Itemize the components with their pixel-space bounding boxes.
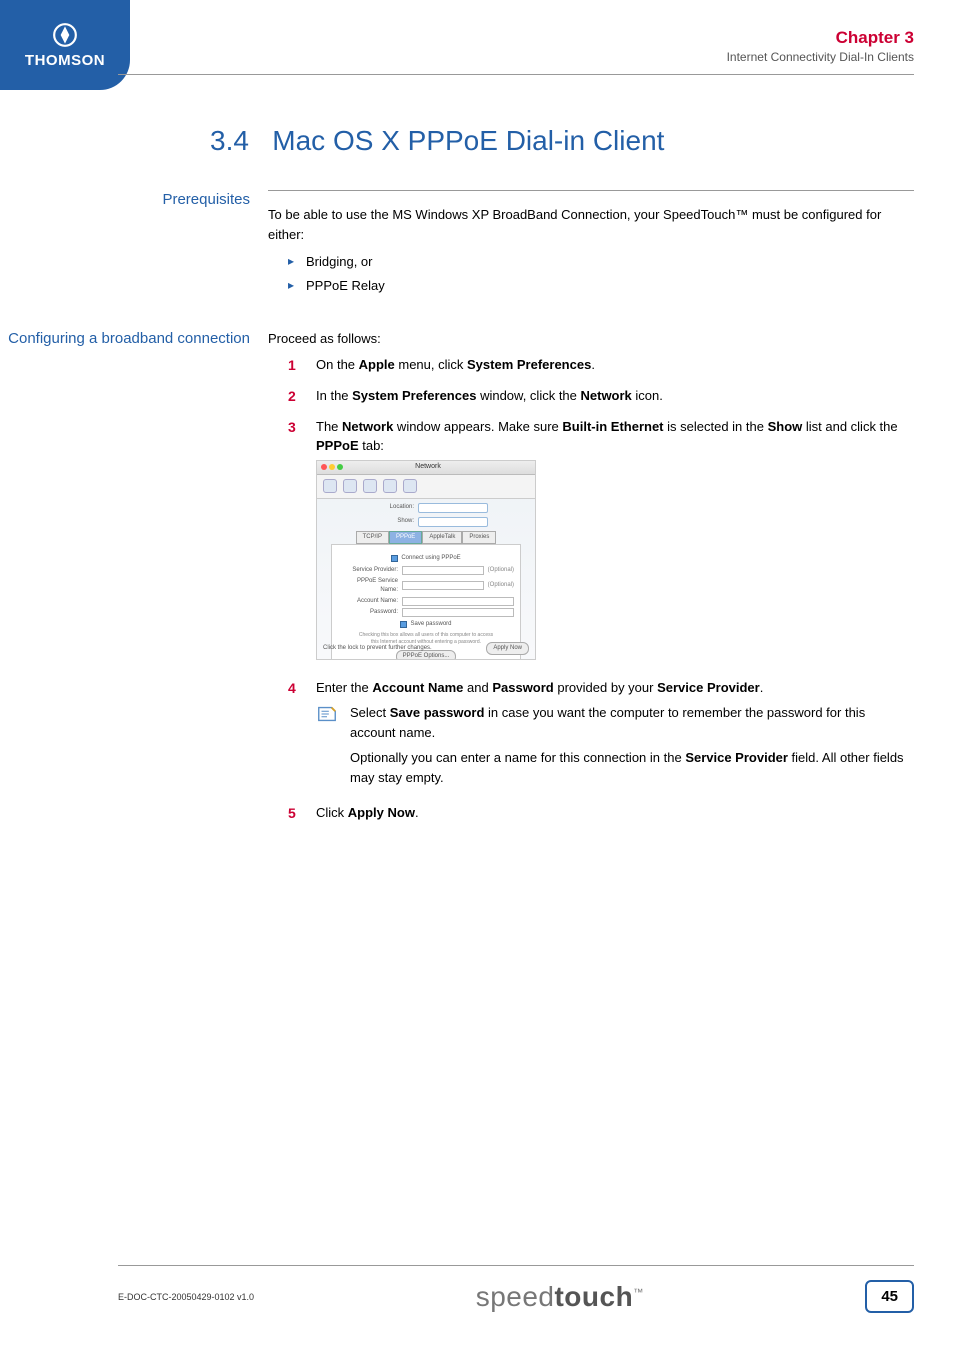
ss-titlebar: Network xyxy=(317,461,535,475)
step-5: 5 Click Apply Now. xyxy=(288,803,914,824)
config-block: Configuring a broadband connection Proce… xyxy=(0,329,914,834)
config-intro: Proceed as follows: xyxy=(268,329,914,349)
step-2: 2 In the System Preferences window, clic… xyxy=(288,386,914,407)
ss-acct-input[interactable] xyxy=(402,597,514,606)
ss-show-label: Show: xyxy=(364,517,414,526)
thomson-icon xyxy=(52,22,78,48)
prerequisites-block: Prerequisites To be able to use the MS W… xyxy=(0,190,914,299)
config-steps: 1 On the Apple menu, click System Prefer… xyxy=(268,355,914,825)
brand-light: speed xyxy=(476,1281,555,1312)
ss-show-select[interactable] xyxy=(418,517,488,527)
ss-location-row: Location: xyxy=(317,503,535,513)
prereq-sidehead: Prerequisites xyxy=(0,190,268,299)
ss-network-icon[interactable] xyxy=(383,479,397,493)
page-footer: E-DOC-CTC-20050429-0102 v1.0 speedtouch™… xyxy=(118,1265,914,1313)
ss-tab-tcpip[interactable]: TCP/IP xyxy=(356,531,389,544)
ss-lock-text[interactable]: Click the lock to prevent further change… xyxy=(323,644,432,653)
prereq-bullet: Bridging, or xyxy=(288,252,914,272)
checkbox-icon xyxy=(391,555,398,562)
ss-traffic-lights xyxy=(321,464,343,470)
brand-bold: touch xyxy=(554,1281,633,1312)
note-1: Select Save password in case you want th… xyxy=(316,703,914,787)
step-3: 3 The Network window appears. Make sure … xyxy=(288,417,914,668)
network-screenshot: Network xyxy=(316,460,536,660)
step-number: 2 xyxy=(288,386,316,407)
ss-pwd-input[interactable] xyxy=(402,608,514,617)
section-title: 3.4 Mac OS X PPPoE Dial-in Client xyxy=(210,125,894,157)
ss-show-row: Show: xyxy=(317,517,535,527)
ss-tab-proxies[interactable]: Proxies xyxy=(462,531,496,544)
minimize-icon[interactable] xyxy=(329,464,335,470)
page: THOMSON Chapter 3 Internet Connectivity … xyxy=(0,0,954,1351)
step-body: Enter the Account Name and Password prov… xyxy=(316,678,914,794)
step-number: 3 xyxy=(288,417,316,668)
ss-connect-checkbox[interactable]: Connect using PPPoE xyxy=(338,554,514,563)
ss-footer: Click the lock to prevent further change… xyxy=(323,642,529,655)
step-1: 1 On the Apple menu, click System Prefer… xyxy=(288,355,914,376)
footer-brand: speedtouch™ xyxy=(476,1281,644,1313)
ss-toolbar xyxy=(317,475,535,499)
brand-logo: THOMSON xyxy=(0,0,130,90)
page-number: 45 xyxy=(865,1280,914,1313)
ss-tabs: TCP/IP PPPoE AppleTalk Proxies xyxy=(317,531,535,544)
chapter-block: Chapter 3 Internet Connectivity Dial-In … xyxy=(727,28,914,64)
page-header: THOMSON Chapter 3 Internet Connectivity … xyxy=(0,0,954,90)
section-number: 3.4 xyxy=(210,125,249,156)
brand-tm: ™ xyxy=(633,1287,644,1298)
chapter-title: Chapter 3 xyxy=(727,28,914,48)
prereq-bullet: PPPoE Relay xyxy=(288,276,914,296)
ss-psn-input[interactable] xyxy=(402,581,484,590)
step-body: On the Apple menu, click System Preferen… xyxy=(316,355,914,376)
ss-tab-pppoe[interactable]: PPPoE xyxy=(389,531,422,544)
step-body: In the System Preferences window, click … xyxy=(316,386,914,407)
chapter-subtitle: Internet Connectivity Dial-In Clients xyxy=(727,50,914,64)
header-rule xyxy=(118,74,914,75)
note-icon xyxy=(316,703,340,787)
ss-savepwd-checkbox[interactable]: Save password xyxy=(338,620,514,629)
step-4: 4 Enter the Account Name and Password pr… xyxy=(288,678,914,794)
section-name: Mac OS X PPPoE Dial-in Client xyxy=(272,125,664,156)
prereq-list: Bridging, or PPPoE Relay xyxy=(268,252,914,295)
ss-tab-appletalk[interactable]: AppleTalk xyxy=(422,531,462,544)
step-body: The Network window appears. Make sure Bu… xyxy=(316,417,914,668)
zoom-icon[interactable] xyxy=(337,464,343,470)
step-number: 4 xyxy=(288,678,316,794)
ss-window-title: Network xyxy=(415,462,441,473)
content: Prerequisites To be able to use the MS W… xyxy=(0,190,914,864)
prereq-intro: To be able to use the MS Windows XP Broa… xyxy=(268,190,914,244)
step-body: Click Apply Now. xyxy=(316,803,914,824)
doc-code: E-DOC-CTC-20050429-0102 v1.0 xyxy=(118,1292,254,1302)
brand-name: THOMSON xyxy=(25,52,105,69)
ss-sound-icon[interactable] xyxy=(363,479,377,493)
close-icon[interactable] xyxy=(321,464,327,470)
step-number: 5 xyxy=(288,803,316,824)
config-sidehead: Configuring a broadband connection xyxy=(0,329,268,834)
ss-displays-icon[interactable] xyxy=(343,479,357,493)
step-number: 1 xyxy=(288,355,316,376)
checkbox-icon xyxy=(400,621,407,628)
ss-showall-icon[interactable] xyxy=(323,479,337,493)
ss-startup-icon[interactable] xyxy=(403,479,417,493)
ss-sp-input[interactable] xyxy=(402,566,484,575)
ss-location-select[interactable] xyxy=(418,503,488,513)
ss-apply-button[interactable]: Apply Now xyxy=(486,642,529,655)
ss-location-label: Location: xyxy=(364,503,414,512)
